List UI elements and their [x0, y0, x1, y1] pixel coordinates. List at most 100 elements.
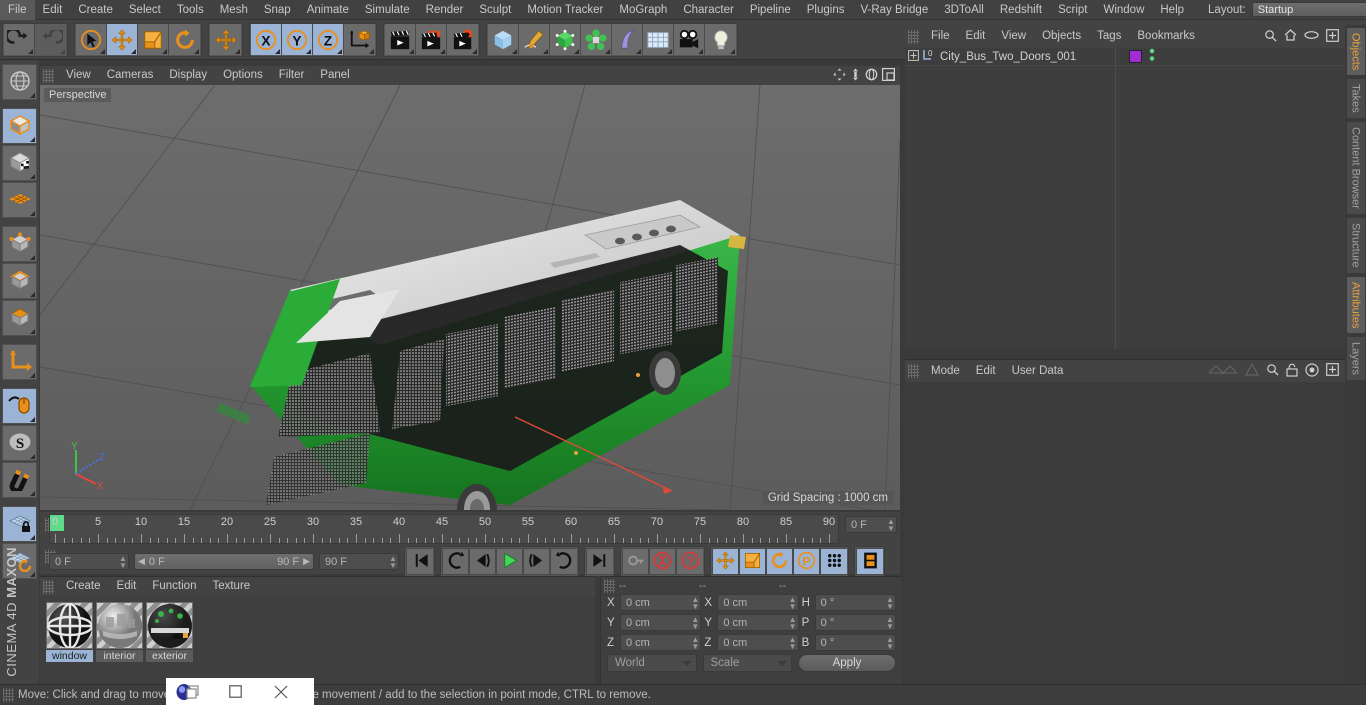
spinner-icon[interactable]: ▲ ▼	[119, 554, 127, 569]
material-preview-sphere[interactable]	[146, 602, 193, 649]
material-menu-create[interactable]: Create	[58, 577, 109, 596]
left-tool-magnet-tool[interactable]	[2, 462, 37, 498]
toolbar-button-render-view[interactable]	[385, 24, 416, 55]
spinner-icon[interactable]: ▲ ▼	[789, 595, 797, 610]
plus-box-icon[interactable]	[1326, 28, 1339, 45]
transport-loop-forward[interactable]	[550, 548, 577, 575]
spinner-icon[interactable]: ▲ ▼	[691, 635, 699, 650]
layout-dropdown[interactable]: Startup	[1251, 2, 1366, 17]
spinner-icon[interactable]: ▲ ▼	[887, 517, 895, 532]
transport-go-to-end[interactable]	[586, 548, 613, 575]
menu-item-window[interactable]: Window	[1095, 0, 1152, 20]
flyout-corner-icon[interactable]	[409, 49, 414, 54]
flyout-corner-icon[interactable]	[30, 417, 35, 422]
lock-icon[interactable]	[1286, 363, 1298, 380]
toolbar-button-light[interactable]	[705, 24, 736, 55]
viewport-menu-panel[interactable]: Panel	[312, 66, 357, 85]
menu-item-mesh[interactable]: Mesh	[212, 0, 256, 20]
material-preview-sphere[interactable]	[96, 602, 143, 649]
viewport-menu-view[interactable]: View	[58, 66, 99, 85]
menu-item-tools[interactable]: Tools	[169, 0, 212, 20]
toolbar-button-deformer[interactable]	[612, 24, 643, 55]
flyout-corner-icon[interactable]	[275, 49, 280, 54]
toolbar-button-lock-z[interactable]: Z	[313, 24, 344, 55]
panel-grip-icon[interactable]	[908, 29, 919, 44]
transport-autokeying[interactable]	[649, 548, 676, 575]
triangle-icon[interactable]	[1245, 362, 1259, 379]
range-left-arrow-icon[interactable]: ◀	[138, 556, 145, 567]
preview-range-bar[interactable]: ◀ 0 F 90 F ▶	[134, 553, 314, 570]
flyout-corner-icon[interactable]	[162, 49, 167, 54]
toolbar-button-cube-primitive[interactable]	[488, 24, 519, 55]
visibility-dots-icon[interactable]	[1149, 48, 1155, 65]
orbit-icon[interactable]	[865, 68, 878, 84]
attribute-menu-user-data[interactable]: User Data	[1004, 360, 1072, 383]
side-tab-content-browser[interactable]: Content Browser	[1345, 121, 1366, 215]
object-menu-view[interactable]: View	[993, 25, 1034, 48]
coord-field-rotation-2[interactable]: 0 ° ▲ ▼	[814, 634, 896, 651]
flyout-corner-icon[interactable]	[512, 49, 517, 54]
spinner-icon[interactable]: ▲ ▼	[789, 635, 797, 650]
coord-field-position-1[interactable]: 0 cm ▲ ▼	[620, 614, 702, 631]
home-icon[interactable]	[1284, 29, 1297, 44]
spinner-icon[interactable]: ▲ ▼	[886, 635, 894, 650]
transport-go-to-start[interactable]	[406, 548, 433, 575]
flyout-corner-icon[interactable]	[60, 49, 65, 54]
flyout-corner-icon[interactable]	[369, 49, 374, 54]
transport-timeline-toggle[interactable]	[856, 548, 883, 575]
spinner-icon[interactable]: ▲ ▼	[389, 554, 397, 569]
transport-rotation-key[interactable]	[766, 548, 793, 575]
transport-position-key[interactable]	[712, 548, 739, 575]
panel-grip-icon[interactable]	[604, 578, 615, 593]
transport-scale-key[interactable]	[739, 548, 766, 575]
menu-item-character[interactable]: Character	[675, 0, 742, 20]
attribute-menu-mode[interactable]: Mode	[923, 360, 968, 383]
timeline-ruler[interactable]: 0 5 10 15 20 25 30 35 40 45 50 55 60 65 70 75 80 85 90	[49, 514, 839, 544]
attribute-menu-edit[interactable]: Edit	[968, 360, 1004, 383]
side-tab-layers[interactable]: Layers	[1345, 336, 1366, 382]
viewport-3d[interactable]: Perspective Y X Z Grid Spacing: 1000 cm	[40, 85, 900, 510]
panel-grip-icon[interactable]	[43, 579, 54, 594]
left-tool-soft-selection[interactable]: S	[2, 425, 37, 461]
dolly-icon[interactable]	[850, 68, 861, 84]
search-icon[interactable]	[1264, 29, 1277, 45]
left-tool-model-mode[interactable]	[2, 108, 37, 144]
flyout-corner-icon[interactable]	[337, 49, 342, 54]
toolbar-button-scale[interactable]	[138, 24, 169, 55]
material-tag-icon[interactable]	[1129, 50, 1142, 63]
flyout-corner-icon[interactable]	[698, 49, 703, 54]
coord-field-position-2[interactable]: 0 cm ▲ ▼	[620, 634, 702, 651]
object-menu-file[interactable]: File	[923, 25, 958, 48]
flyout-corner-icon[interactable]	[30, 137, 35, 142]
side-tab-structure[interactable]: Structure	[1345, 216, 1366, 274]
menu-item-create[interactable]: Create	[70, 0, 121, 20]
coordinate-mode-dropdown[interactable]: Scale	[702, 654, 792, 672]
toolbar-button-dynamic-place[interactable]	[210, 24, 241, 55]
transport-parameter-key[interactable]: P	[793, 548, 820, 575]
menu-item-script[interactable]: Script	[1050, 0, 1095, 20]
left-tool-edges-mode[interactable]	[2, 263, 37, 299]
toolbar-button-camera[interactable]	[674, 24, 705, 55]
material-menu-function[interactable]: Function	[144, 577, 204, 596]
end-frame-field[interactable]: 90 F ▲ ▼	[319, 553, 399, 570]
blue-orb-icon[interactable]	[166, 678, 212, 705]
spinner-icon[interactable]: ▲ ▼	[691, 615, 699, 630]
flyout-corner-icon[interactable]	[30, 255, 35, 260]
left-tool-polygons-mode[interactable]	[2, 300, 37, 336]
menu-item-motion-tracker[interactable]: Motion Tracker	[519, 0, 611, 20]
start-frame-field[interactable]: 0 F ▲ ▼	[49, 553, 129, 570]
transport-record-active-objects[interactable]	[622, 548, 649, 575]
material-interior[interactable]: interior	[96, 602, 143, 662]
material-window[interactable]: window	[46, 602, 93, 662]
menu-item-plugins[interactable]: Plugins	[799, 0, 853, 20]
flyout-corner-icon[interactable]	[440, 49, 445, 54]
material-exterior[interactable]: exterior	[146, 602, 193, 662]
object-menu-objects[interactable]: Objects	[1034, 25, 1089, 48]
toolbar-button-scene-floor[interactable]	[643, 24, 674, 55]
coordinate-system-dropdown[interactable]: World	[607, 654, 697, 672]
menu-item-help[interactable]: Help	[1152, 0, 1192, 20]
object-menu-bookmarks[interactable]: Bookmarks	[1129, 25, 1203, 48]
flyout-corner-icon[interactable]	[574, 49, 579, 54]
flyout-corner-icon[interactable]	[636, 49, 641, 54]
transport-previous-frame[interactable]	[469, 548, 496, 575]
